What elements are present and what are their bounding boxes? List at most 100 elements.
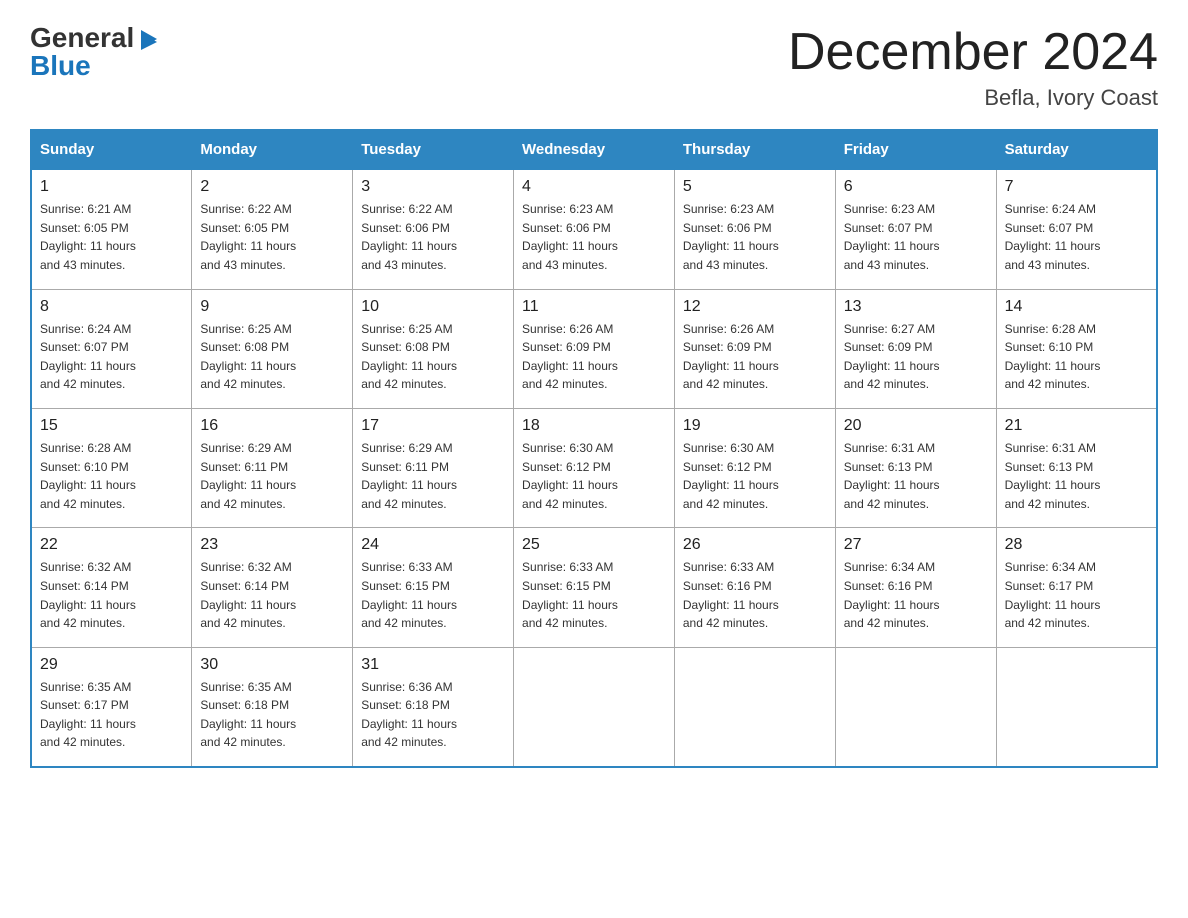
day-info: Sunrise: 6:25 AM Sunset: 6:08 PM Dayligh… <box>200 320 344 394</box>
calendar-cell <box>835 647 996 767</box>
day-number: 24 <box>361 536 505 554</box>
day-info: Sunrise: 6:35 AM Sunset: 6:18 PM Dayligh… <box>200 678 344 752</box>
column-header-wednesday: Wednesday <box>514 130 675 169</box>
calendar-cell: 14 Sunrise: 6:28 AM Sunset: 6:10 PM Dayli… <box>996 289 1157 408</box>
day-info: Sunrise: 6:25 AM Sunset: 6:08 PM Dayligh… <box>361 320 505 394</box>
day-number: 1 <box>40 178 183 196</box>
column-header-sunday: Sunday <box>31 130 192 169</box>
day-number: 31 <box>361 656 505 674</box>
day-number: 19 <box>683 417 827 435</box>
column-header-saturday: Saturday <box>996 130 1157 169</box>
calendar-cell: 15Sunrise: 6:28 AM Sunset: 6:10 PM Dayli… <box>31 408 192 527</box>
calendar-cell <box>674 647 835 767</box>
calendar-cell: 4 Sunrise: 6:23 AM Sunset: 6:06 PM Daylig… <box>514 169 675 289</box>
calendar-cell: 1 Sunrise: 6:21 AM Sunset: 6:05 PM Daylig… <box>31 169 192 289</box>
calendar-cell: 10 Sunrise: 6:25 AM Sunset: 6:08 PM Dayli… <box>353 289 514 408</box>
day-number: 28 <box>1005 536 1148 554</box>
calendar-cell: 13 Sunrise: 6:27 AM Sunset: 6:09 PM Dayli… <box>835 289 996 408</box>
calendar-cell: 2 Sunrise: 6:22 AM Sunset: 6:05 PM Daylig… <box>192 169 353 289</box>
calendar-cell: 26 Sunrise: 6:33 AM Sunset: 6:16 PM Dayli… <box>674 528 835 647</box>
day-info: Sunrise: 6:27 AM Sunset: 6:09 PM Dayligh… <box>844 320 988 394</box>
day-info: Sunrise: 6:33 AM Sunset: 6:16 PM Dayligh… <box>683 558 827 632</box>
day-number: 15 <box>40 417 183 435</box>
day-number: 5 <box>683 178 827 196</box>
day-number: 26 <box>683 536 827 554</box>
calendar-cell: 5 Sunrise: 6:23 AM Sunset: 6:06 PM Daylig… <box>674 169 835 289</box>
calendar-cell: 29 Sunrise: 6:35 AM Sunset: 6:17 PM Dayli… <box>31 647 192 767</box>
day-info: Sunrise: 6:33 AM Sunset: 6:15 PM Dayligh… <box>522 558 666 632</box>
day-number: 20 <box>844 417 988 435</box>
calendar-cell: 27Sunrise: 6:34 AM Sunset: 6:16 PM Dayli… <box>835 528 996 647</box>
day-number: 17 <box>361 417 505 435</box>
day-info: Sunrise: 6:34 AM Sunset: 6:17 PM Dayligh… <box>1005 558 1148 632</box>
day-info: Sunrise: 6:35 AM Sunset: 6:17 PM Dayligh… <box>40 678 183 752</box>
day-info: Sunrise: 6:21 AM Sunset: 6:05 PM Dayligh… <box>40 200 183 274</box>
calendar-week-row: 29 Sunrise: 6:35 AM Sunset: 6:17 PM Dayli… <box>31 647 1157 767</box>
logo-arrow-icon <box>137 28 159 54</box>
calendar-cell: 9 Sunrise: 6:25 AM Sunset: 6:08 PM Daylig… <box>192 289 353 408</box>
day-number: 10 <box>361 298 505 316</box>
calendar-week-row: 15Sunrise: 6:28 AM Sunset: 6:10 PM Dayli… <box>31 408 1157 527</box>
day-info: Sunrise: 6:28 AM Sunset: 6:10 PM Dayligh… <box>1005 320 1148 394</box>
day-number: 18 <box>522 417 666 435</box>
title-block: December 2024 Befla, Ivory Coast <box>788 24 1158 111</box>
day-info: Sunrise: 6:22 AM Sunset: 6:06 PM Dayligh… <box>361 200 505 274</box>
day-number: 14 <box>1005 298 1148 316</box>
calendar-cell: 3 Sunrise: 6:22 AM Sunset: 6:06 PM Daylig… <box>353 169 514 289</box>
calendar-cell: 25 Sunrise: 6:33 AM Sunset: 6:15 PM Dayli… <box>514 528 675 647</box>
calendar-cell: 22Sunrise: 6:32 AM Sunset: 6:14 PM Dayli… <box>31 528 192 647</box>
day-number: 2 <box>200 178 344 196</box>
calendar-cell: 11Sunrise: 6:26 AM Sunset: 6:09 PM Dayli… <box>514 289 675 408</box>
calendar-week-row: 22Sunrise: 6:32 AM Sunset: 6:14 PM Dayli… <box>31 528 1157 647</box>
logo-general: General <box>30 24 134 52</box>
column-header-monday: Monday <box>192 130 353 169</box>
calendar-header-row: SundayMondayTuesdayWednesdayThursdayFrid… <box>31 130 1157 169</box>
day-number: 4 <box>522 178 666 196</box>
calendar-cell: 17 Sunrise: 6:29 AM Sunset: 6:11 PM Dayli… <box>353 408 514 527</box>
day-info: Sunrise: 6:26 AM Sunset: 6:09 PM Dayligh… <box>522 320 666 394</box>
day-info: Sunrise: 6:30 AM Sunset: 6:12 PM Dayligh… <box>683 439 827 513</box>
calendar-cell: 21Sunrise: 6:31 AM Sunset: 6:13 PM Dayli… <box>996 408 1157 527</box>
day-number: 27 <box>844 536 988 554</box>
calendar-week-row: 8Sunrise: 6:24 AM Sunset: 6:07 PM Daylig… <box>31 289 1157 408</box>
day-info: Sunrise: 6:32 AM Sunset: 6:14 PM Dayligh… <box>40 558 183 632</box>
day-number: 16 <box>200 417 344 435</box>
logo-blue: Blue <box>30 50 91 81</box>
day-number: 12 <box>683 298 827 316</box>
day-info: Sunrise: 6:23 AM Sunset: 6:07 PM Dayligh… <box>844 200 988 274</box>
day-number: 13 <box>844 298 988 316</box>
day-number: 23 <box>200 536 344 554</box>
logo: General Blue <box>30 24 159 80</box>
calendar-cell: 28 Sunrise: 6:34 AM Sunset: 6:17 PM Dayli… <box>996 528 1157 647</box>
day-number: 9 <box>200 298 344 316</box>
calendar-cell: 30Sunrise: 6:35 AM Sunset: 6:18 PM Dayli… <box>192 647 353 767</box>
day-info: Sunrise: 6:29 AM Sunset: 6:11 PM Dayligh… <box>361 439 505 513</box>
calendar-cell: 16Sunrise: 6:29 AM Sunset: 6:11 PM Dayli… <box>192 408 353 527</box>
day-info: Sunrise: 6:32 AM Sunset: 6:14 PM Dayligh… <box>200 558 344 632</box>
calendar-cell: 8Sunrise: 6:24 AM Sunset: 6:07 PM Daylig… <box>31 289 192 408</box>
day-number: 7 <box>1005 178 1148 196</box>
day-info: Sunrise: 6:23 AM Sunset: 6:06 PM Dayligh… <box>522 200 666 274</box>
day-info: Sunrise: 6:23 AM Sunset: 6:06 PM Dayligh… <box>683 200 827 274</box>
day-info: Sunrise: 6:36 AM Sunset: 6:18 PM Dayligh… <box>361 678 505 752</box>
day-info: Sunrise: 6:30 AM Sunset: 6:12 PM Dayligh… <box>522 439 666 513</box>
calendar-cell: 12Sunrise: 6:26 AM Sunset: 6:09 PM Dayli… <box>674 289 835 408</box>
column-header-thursday: Thursday <box>674 130 835 169</box>
calendar-cell: 24 Sunrise: 6:33 AM Sunset: 6:15 PM Dayli… <box>353 528 514 647</box>
calendar-cell <box>514 647 675 767</box>
day-number: 8 <box>40 298 183 316</box>
day-number: 25 <box>522 536 666 554</box>
calendar-cell: 19 Sunrise: 6:30 AM Sunset: 6:12 PM Dayli… <box>674 408 835 527</box>
month-title: December 2024 <box>788 24 1158 81</box>
day-info: Sunrise: 6:24 AM Sunset: 6:07 PM Dayligh… <box>1005 200 1148 274</box>
calendar-cell <box>996 647 1157 767</box>
page-header: General Blue December 2024 Befla, Ivory … <box>30 24 1158 111</box>
day-number: 29 <box>40 656 183 674</box>
day-number: 3 <box>361 178 505 196</box>
calendar-table: SundayMondayTuesdayWednesdayThursdayFrid… <box>30 129 1158 768</box>
calendar-cell: 6Sunrise: 6:23 AM Sunset: 6:07 PM Daylig… <box>835 169 996 289</box>
day-info: Sunrise: 6:22 AM Sunset: 6:05 PM Dayligh… <box>200 200 344 274</box>
day-number: 21 <box>1005 417 1148 435</box>
day-info: Sunrise: 6:33 AM Sunset: 6:15 PM Dayligh… <box>361 558 505 632</box>
calendar-cell: 31 Sunrise: 6:36 AM Sunset: 6:18 PM Dayli… <box>353 647 514 767</box>
